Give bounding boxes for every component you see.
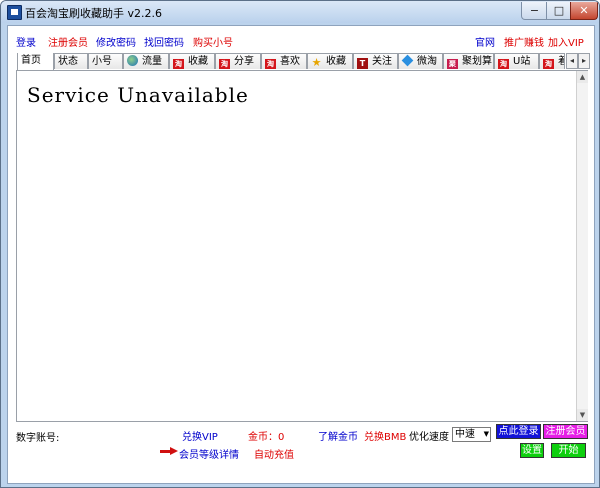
- tab-accounts[interactable]: 小号: [88, 53, 123, 69]
- settings-button[interactable]: 设置: [520, 443, 544, 458]
- exchange-vip-link[interactable]: 兑换VIP: [182, 428, 218, 443]
- join-vip-link[interactable]: 加入VIP: [548, 34, 584, 49]
- tab-label: 首页: [21, 55, 41, 66]
- chevron-down-icon: ▼: [483, 430, 489, 438]
- gold-balance: 金币：0: [248, 432, 285, 443]
- scroll-down-icon[interactable]: ▼: [577, 409, 588, 421]
- tab-more[interactable]: 淘着: [539, 53, 565, 69]
- tab-ustation[interactable]: 淘 U站: [494, 53, 539, 69]
- browser-content-pane[interactable]: Service Unavailable ▲ ▼: [16, 70, 588, 422]
- scroll-up-icon[interactable]: ▲: [577, 71, 588, 83]
- learn-gold-link[interactable]: 了解金币: [318, 428, 358, 443]
- globe-icon: [127, 55, 138, 66]
- tab-status[interactable]: 状态: [54, 53, 88, 69]
- taobao-icon: 淘: [265, 59, 276, 69]
- close-button[interactable]: ✕: [570, 2, 598, 20]
- tab-label: 收藏: [326, 56, 346, 67]
- buy-account-link[interactable]: 购买小号: [193, 34, 233, 49]
- account-label: 数字账号:: [16, 433, 60, 444]
- tab-like[interactable]: 淘喜欢: [261, 53, 307, 69]
- tmall-icon: T: [357, 58, 368, 69]
- tab-label: 流量: [142, 56, 162, 67]
- tab-collect[interactable]: ★ 收藏: [307, 53, 353, 69]
- tab-label: 着: [558, 56, 564, 67]
- maximize-button[interactable]: □: [546, 2, 572, 20]
- tab-scroll-left-button[interactable]: ◂: [566, 53, 578, 69]
- speed-label: 优化速度: [409, 432, 449, 443]
- start-button[interactable]: 开始: [551, 443, 586, 458]
- taobao-icon: 淘: [498, 59, 509, 69]
- vertical-scrollbar[interactable]: ▲ ▼: [576, 71, 588, 421]
- tab-traffic[interactable]: 流量: [123, 53, 169, 69]
- tab-weitao[interactable]: 微淘: [398, 53, 443, 69]
- tab-label: 状态: [58, 56, 78, 67]
- recover-password-link[interactable]: 找回密码: [144, 34, 184, 49]
- taobao-icon: 淘: [173, 59, 184, 69]
- tab-strip: 首页 状态 小号 流量 淘收藏 淘分享 淘喜欢 ★ 收藏 T 关注 微淘 聚聚划算 …: [17, 53, 589, 70]
- taobao-icon: 淘: [219, 59, 230, 69]
- main-window: 百会淘宝刷收藏助手 v2.2.6 − □ ✕ 登录 注册会员 修改密码 找回密码…: [0, 0, 600, 488]
- tab-label: U站: [513, 56, 531, 67]
- taobao-icon: 淘: [543, 59, 554, 69]
- login-button[interactable]: 点此登录: [496, 424, 541, 439]
- promote-earn-link[interactable]: 推广赚钱: [504, 34, 544, 49]
- client-area: 登录 注册会员 修改密码 找回密码 购买小号 官网 推广赚钱 加入VIP 首页 …: [7, 25, 595, 484]
- speed-value: 中速: [455, 429, 475, 440]
- change-password-link[interactable]: 修改密码: [96, 34, 136, 49]
- tab-label: 收藏: [188, 56, 208, 67]
- title-bar[interactable]: 百会淘宝刷收藏助手 v2.2.6 − □ ✕: [1, 1, 599, 23]
- member-level-link[interactable]: 会员等级详情: [179, 446, 239, 461]
- service-unavailable-message: Service Unavailable: [27, 83, 249, 107]
- star-icon: ★: [311, 56, 322, 69]
- speed-select[interactable]: 中速 ▼: [452, 427, 491, 442]
- tab-scroll-right-button[interactable]: ▸: [578, 53, 590, 69]
- tab-label: 分享: [234, 56, 254, 67]
- arrow-right-icon: [160, 447, 178, 456]
- exchange-bmb-link[interactable]: 兑换BMB: [364, 428, 406, 443]
- login-link[interactable]: 登录: [16, 34, 36, 49]
- auto-recharge-link[interactable]: 自动充值: [254, 446, 294, 461]
- juhuasuan-icon: 聚: [447, 59, 458, 69]
- tab-label: 喜欢: [280, 56, 300, 67]
- tab-label: 关注: [372, 56, 392, 67]
- official-site-link[interactable]: 官网: [475, 34, 495, 49]
- tab-label: 聚划算: [462, 56, 492, 67]
- tab-juhuasuan[interactable]: 聚聚划算: [443, 53, 494, 69]
- tab-label: 小号: [92, 56, 112, 67]
- register-button[interactable]: 注册会员: [543, 424, 588, 439]
- register-link[interactable]: 注册会员: [48, 34, 88, 49]
- tab-label: 微淘: [417, 56, 437, 67]
- diamond-icon: [401, 54, 414, 67]
- tab-follow[interactable]: T 关注: [353, 53, 398, 69]
- tab-home[interactable]: 首页: [17, 53, 54, 70]
- minimize-button[interactable]: −: [521, 2, 548, 20]
- window-title: 百会淘宝刷收藏助手 v2.2.6: [25, 7, 162, 20]
- tab-favorite[interactable]: 淘收藏: [169, 53, 215, 69]
- tab-share[interactable]: 淘分享: [215, 53, 261, 69]
- app-icon: [7, 5, 22, 20]
